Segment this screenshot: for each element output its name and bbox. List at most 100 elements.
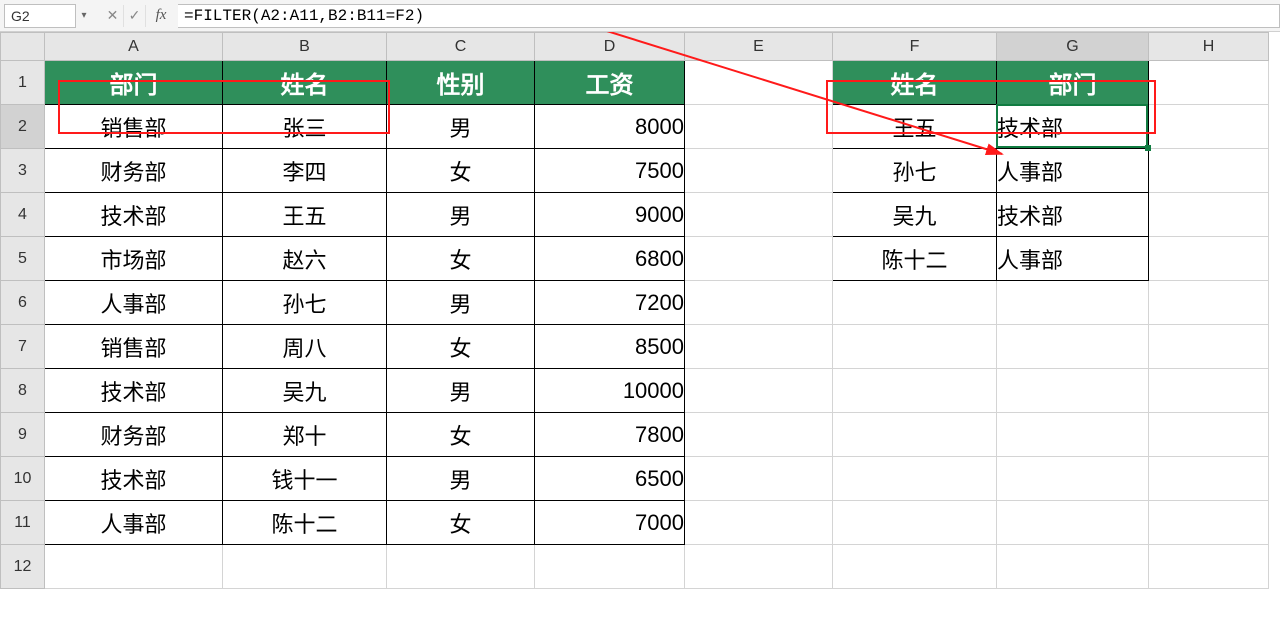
cell-F12[interactable] xyxy=(833,545,997,589)
cell-F10[interactable] xyxy=(833,457,997,501)
cell-A7[interactable]: 销售部 xyxy=(45,325,223,369)
cell-G6[interactable] xyxy=(997,281,1149,325)
col-header-E[interactable]: E xyxy=(685,33,833,61)
cell-E3[interactable] xyxy=(685,149,833,193)
cell-C6[interactable]: 男 xyxy=(387,281,535,325)
cell-G11[interactable] xyxy=(997,501,1149,545)
cell-G10[interactable] xyxy=(997,457,1149,501)
row-header-3[interactable]: 3 xyxy=(1,149,45,193)
cell-D8[interactable]: 10000 xyxy=(535,369,685,413)
row-header-10[interactable]: 10 xyxy=(1,457,45,501)
cell-H5[interactable] xyxy=(1149,237,1269,281)
cell-D7[interactable]: 8500 xyxy=(535,325,685,369)
row-header-5[interactable]: 5 xyxy=(1,237,45,281)
row-header-9[interactable]: 9 xyxy=(1,413,45,457)
cell-H6[interactable] xyxy=(1149,281,1269,325)
cell-G7[interactable] xyxy=(997,325,1149,369)
cell-C12[interactable] xyxy=(387,545,535,589)
name-box-dropdown-icon[interactable]: ▾ xyxy=(78,4,90,28)
cell-A6[interactable]: 人事部 xyxy=(45,281,223,325)
cell-B4[interactable]: 王五 xyxy=(223,193,387,237)
cell-F2[interactable]: 王五 xyxy=(833,105,997,149)
cell-H11[interactable] xyxy=(1149,501,1269,545)
cell-F9[interactable] xyxy=(833,413,997,457)
cell-G1[interactable]: 部门 xyxy=(997,61,1149,105)
cell-C2[interactable]: 男 xyxy=(387,105,535,149)
row-header-1[interactable]: 1 xyxy=(1,61,45,105)
select-all-corner[interactable] xyxy=(1,33,45,61)
col-header-B[interactable]: B xyxy=(223,33,387,61)
col-header-G[interactable]: G xyxy=(997,33,1149,61)
cell-B1[interactable]: 姓名 xyxy=(223,61,387,105)
cell-E10[interactable] xyxy=(685,457,833,501)
cell-A9[interactable]: 财务部 xyxy=(45,413,223,457)
cell-B6[interactable]: 孙七 xyxy=(223,281,387,325)
cell-G4[interactable]: 技术部 xyxy=(997,193,1149,237)
fill-handle[interactable] xyxy=(1145,145,1151,151)
cell-E12[interactable] xyxy=(685,545,833,589)
col-header-H[interactable]: H xyxy=(1149,33,1269,61)
cell-A8[interactable]: 技术部 xyxy=(45,369,223,413)
cell-H4[interactable] xyxy=(1149,193,1269,237)
cell-G5[interactable]: 人事部 xyxy=(997,237,1149,281)
cell-F1[interactable]: 姓名 xyxy=(833,61,997,105)
cell-C9[interactable]: 女 xyxy=(387,413,535,457)
row-header-7[interactable]: 7 xyxy=(1,325,45,369)
cell-B11[interactable]: 陈十二 xyxy=(223,501,387,545)
cell-H8[interactable] xyxy=(1149,369,1269,413)
cell-A1[interactable]: 部门 xyxy=(45,61,223,105)
cell-D4[interactable]: 9000 xyxy=(535,193,685,237)
cell-C7[interactable]: 女 xyxy=(387,325,535,369)
cell-F6[interactable] xyxy=(833,281,997,325)
cell-F11[interactable] xyxy=(833,501,997,545)
cell-C10[interactable]: 男 xyxy=(387,457,535,501)
cell-F3[interactable]: 孙七 xyxy=(833,149,997,193)
cell-H9[interactable] xyxy=(1149,413,1269,457)
cell-G9[interactable] xyxy=(997,413,1149,457)
cell-D2[interactable]: 8000 xyxy=(535,105,685,149)
cell-B12[interactable] xyxy=(223,545,387,589)
cell-D6[interactable]: 7200 xyxy=(535,281,685,325)
cell-H2[interactable] xyxy=(1149,105,1269,149)
cell-D12[interactable] xyxy=(535,545,685,589)
cell-E11[interactable] xyxy=(685,501,833,545)
cell-C5[interactable]: 女 xyxy=(387,237,535,281)
cell-B5[interactable]: 赵六 xyxy=(223,237,387,281)
cell-E4[interactable] xyxy=(685,193,833,237)
cell-B2[interactable]: 张三 xyxy=(223,105,387,149)
insert-function-button[interactable]: fx xyxy=(150,5,172,27)
row-header-6[interactable]: 6 xyxy=(1,281,45,325)
cell-A10[interactable]: 技术部 xyxy=(45,457,223,501)
cell-H3[interactable] xyxy=(1149,149,1269,193)
cell-A11[interactable]: 人事部 xyxy=(45,501,223,545)
cell-E9[interactable] xyxy=(685,413,833,457)
cell-G8[interactable] xyxy=(997,369,1149,413)
cell-F8[interactable] xyxy=(833,369,997,413)
col-header-F[interactable]: F xyxy=(833,33,997,61)
cell-C1[interactable]: 性别 xyxy=(387,61,535,105)
cell-G3[interactable]: 人事部 xyxy=(997,149,1149,193)
cell-C11[interactable]: 女 xyxy=(387,501,535,545)
cell-E6[interactable] xyxy=(685,281,833,325)
cell-E2[interactable] xyxy=(685,105,833,149)
cell-H1[interactable] xyxy=(1149,61,1269,105)
col-header-A[interactable]: A xyxy=(45,33,223,61)
cell-B10[interactable]: 钱十一 xyxy=(223,457,387,501)
cell-A5[interactable]: 市场部 xyxy=(45,237,223,281)
cell-D3[interactable]: 7500 xyxy=(535,149,685,193)
cell-D10[interactable]: 6500 xyxy=(535,457,685,501)
col-header-D[interactable]: D xyxy=(535,33,685,61)
cell-D9[interactable]: 7800 xyxy=(535,413,685,457)
cell-G12[interactable] xyxy=(997,545,1149,589)
cell-E7[interactable] xyxy=(685,325,833,369)
cell-B9[interactable]: 郑十 xyxy=(223,413,387,457)
cell-E1[interactable] xyxy=(685,61,833,105)
cell-C3[interactable]: 女 xyxy=(387,149,535,193)
row-header-4[interactable]: 4 xyxy=(1,193,45,237)
cell-F7[interactable] xyxy=(833,325,997,369)
cell-E8[interactable] xyxy=(685,369,833,413)
confirm-formula-button[interactable]: ✓ xyxy=(124,5,146,27)
spreadsheet-grid[interactable]: A B C D E F G H 1 部门 姓名 性别 工资 姓名 部门 2 销售… xyxy=(0,32,1280,589)
cell-D1[interactable]: 工资 xyxy=(535,61,685,105)
cell-B8[interactable]: 吴九 xyxy=(223,369,387,413)
